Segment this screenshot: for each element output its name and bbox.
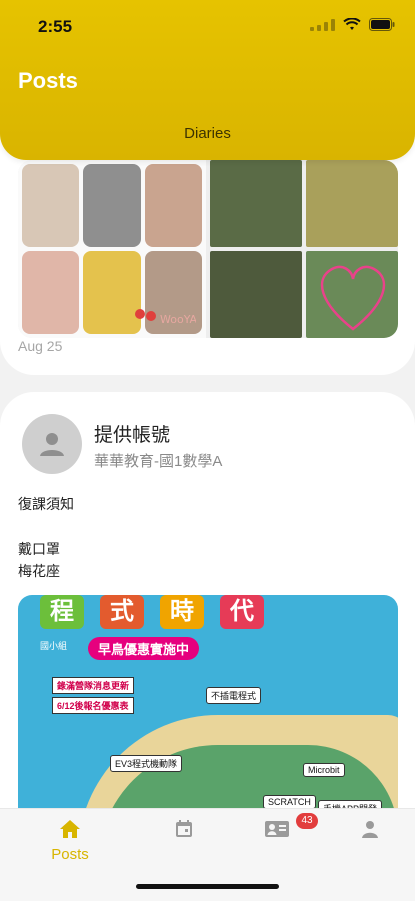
post-author[interactable]: 提供帳號 — [94, 420, 170, 447]
wifi-icon — [343, 18, 361, 31]
avatar[interactable] — [22, 414, 82, 474]
banner-chip: 代 — [220, 595, 264, 629]
banner-logo: 國小組 — [40, 641, 68, 651]
diary-date: Aug 25 — [18, 338, 63, 354]
tab-profile[interactable] — [340, 819, 400, 844]
post-text-line: 復課須知 — [18, 496, 74, 512]
calendar-icon — [176, 820, 192, 837]
banner-chip: 程 — [40, 595, 84, 629]
tab-calendar[interactable] — [154, 819, 214, 844]
heart-doodle: WooYA — [135, 309, 196, 326]
top-header: 2:55 Posts Diaries — [0, 0, 415, 160]
tab-contacts[interactable]: 43 — [247, 813, 318, 844]
profile-icon — [362, 821, 378, 838]
home-icon — [60, 820, 80, 838]
tab-label: Posts — [51, 846, 89, 863]
banner-tag: SCRATCH — [263, 795, 316, 809]
banner-chip: 式 — [100, 595, 144, 629]
tab-posts[interactable]: Posts — [40, 819, 100, 863]
banner-note: 6/12後報名優惠表 — [52, 697, 134, 714]
banner-tag: EV3程式機動隊 — [110, 755, 183, 772]
notification-badge: 43 — [296, 813, 318, 829]
diary-photos[interactable]: WooYA — [18, 160, 398, 338]
status-time: 2:55 — [38, 17, 73, 36]
page-title: Posts — [18, 68, 78, 93]
photo-collage-left: WooYA — [18, 160, 206, 338]
photo-collage-right — [210, 160, 398, 338]
banner-tag: Microbit — [303, 763, 345, 777]
banner-tag: 不插電程式 — [206, 687, 262, 704]
post-group: 華華教育-國1數學A — [94, 453, 223, 470]
home-indicator — [136, 884, 279, 889]
banner-chip: 時 — [160, 595, 204, 629]
battery-icon — [369, 18, 395, 31]
post-card[interactable]: 提供帳號 華華教育-國1數學A 復課須知 戴口罩 梅花座 程 式 時 代 國小組… — [0, 392, 415, 862]
contacts-icon — [265, 821, 289, 837]
banner-pill: 早鳥優惠實施中 — [88, 637, 200, 660]
status-icons — [310, 18, 395, 31]
post-text-line: 梅花座 — [18, 563, 60, 579]
post-text-line: 戴口罩 — [18, 541, 60, 557]
section-subtitle[interactable]: Diaries — [0, 125, 415, 142]
person-icon — [40, 433, 64, 456]
banner-title: 程 式 時 代 — [40, 595, 264, 629]
banner-note: 錄滿營隊消息更新 — [52, 677, 135, 694]
signal-icon — [310, 18, 335, 31]
svg-text:WooYA: WooYA — [160, 313, 196, 326]
